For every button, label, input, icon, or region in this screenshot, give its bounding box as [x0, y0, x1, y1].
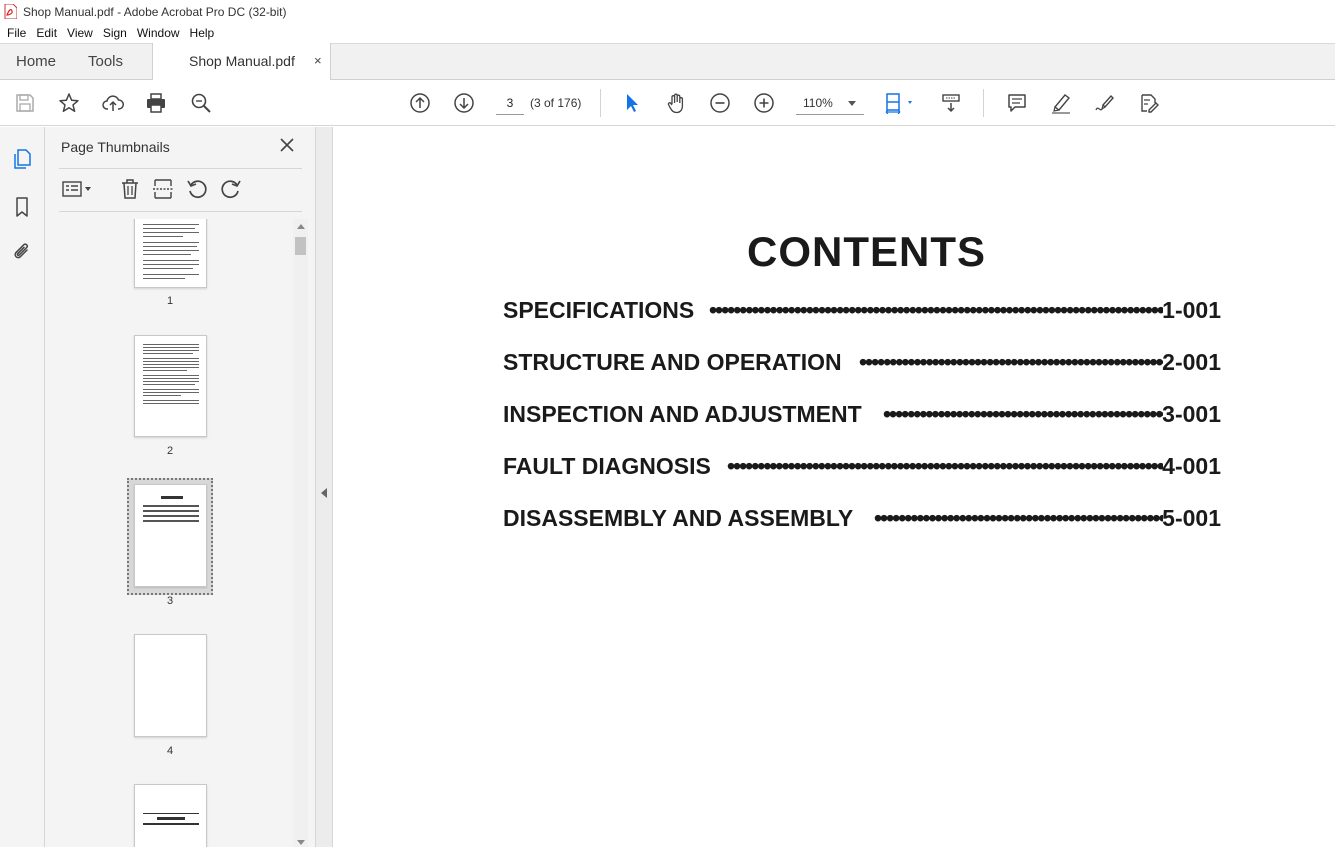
cloud-upload-icon[interactable]: [100, 90, 126, 116]
toc-title: SPECIFICATIONS: [503, 297, 705, 324]
page-thumbnails-icon[interactable]: [10, 147, 34, 171]
document-view[interactable]: CONTENTS •••••••••••••••••••••••••••••••…: [334, 127, 1335, 847]
bookmark-icon[interactable]: [10, 195, 34, 219]
close-icon[interactable]: [277, 135, 297, 155]
panel-divider: [59, 211, 302, 212]
panel-divider: [59, 168, 302, 169]
print-icon[interactable]: [143, 90, 169, 116]
toc-title: FAULT DIAGNOSIS: [503, 453, 721, 480]
page-thumbnail[interactable]: [134, 335, 207, 437]
page-thumbnail[interactable]: [134, 634, 207, 737]
toc-title: DISASSEMBLY AND ASSEMBLY: [503, 505, 864, 532]
zoom-search-icon[interactable]: [188, 90, 214, 116]
thumbnail-list[interactable]: 1 2 3 4: [59, 219, 293, 847]
zoom-level-value: 110%: [803, 96, 833, 110]
panel-collapse-handle[interactable]: [316, 127, 333, 847]
scrolling-mode-icon[interactable]: [938, 90, 964, 116]
delete-trash-icon[interactable]: [118, 177, 142, 201]
tab-bar: Home Tools Shop Manual.pdf ×: [0, 43, 1335, 80]
toc-title: INSPECTION AND ADJUSTMENT: [503, 401, 872, 428]
page-count: (3 of 176): [530, 96, 582, 110]
draw-pen-icon[interactable]: [1092, 90, 1118, 116]
thumbnail-page-number: 2: [166, 445, 174, 457]
toc-page: 4-001: [1162, 453, 1221, 479]
insert-pages-icon[interactable]: [151, 177, 175, 201]
scroll-up-icon[interactable]: [297, 224, 305, 229]
tab-home[interactable]: Home: [16, 53, 56, 70]
toc-entry: ••••••••••••••••••••••••••••••••••••••••…: [503, 349, 1221, 379]
star-icon[interactable]: [56, 90, 82, 116]
collapse-left-icon[interactable]: [321, 488, 327, 498]
toc-page: 3-001: [1162, 401, 1221, 427]
scrollbar-thumb[interactable]: [295, 237, 306, 255]
menu-sign[interactable]: Sign: [98, 26, 132, 40]
thumbnail-page-number: 4: [166, 745, 174, 757]
menu-edit[interactable]: Edit: [31, 26, 62, 40]
page-number-input[interactable]: [496, 91, 524, 115]
next-page-icon[interactable]: [451, 90, 477, 116]
left-navigation-rail: [0, 127, 45, 847]
title-bar: Shop Manual.pdf - Adobe Acrobat Pro DC (…: [0, 0, 1335, 23]
toolbar-separator: [983, 89, 984, 117]
window-title: Shop Manual.pdf - Adobe Acrobat Pro DC (…: [23, 4, 287, 19]
menu-bar: File Edit View Sign Window Help: [0, 23, 1335, 43]
toc-page: 5-001: [1162, 505, 1221, 531]
page-fit-icon[interactable]: [882, 90, 920, 116]
toc-entry: ••••••••••••••••••••••••••••••••••••••••…: [503, 505, 1221, 535]
toolbar: (3 of 176) 110%: [0, 80, 1335, 126]
zoom-in-icon[interactable]: [751, 90, 777, 116]
highlight-icon[interactable]: [1048, 90, 1074, 116]
toc-leader-dots: ••••••••••••••••••••••••••••••••••••••••…: [859, 349, 1163, 375]
zoom-level-dropdown[interactable]: 110%: [796, 91, 864, 115]
thumbnail-options-icon[interactable]: [61, 177, 95, 201]
save-icon[interactable]: [12, 90, 38, 116]
panel-toolbar: [59, 175, 302, 205]
chevron-down-icon: [848, 101, 856, 106]
tab-tools[interactable]: Tools: [88, 53, 123, 70]
zoom-out-icon[interactable]: [707, 90, 733, 116]
toolbar-separator: [600, 89, 601, 117]
toc-leader-dots: ••••••••••••••••••••••••••••••••••••••••…: [883, 401, 1163, 427]
attachment-icon[interactable]: [10, 240, 34, 264]
hand-tool-icon[interactable]: [663, 90, 689, 116]
page-thumbnail[interactable]: [134, 219, 207, 288]
page-thumbnail-selected[interactable]: [134, 484, 207, 587]
rotate-counterclockwise-icon[interactable]: [185, 177, 209, 201]
menu-help[interactable]: Help: [185, 26, 220, 40]
close-tab-icon[interactable]: ×: [314, 53, 322, 68]
toc-leader-dots: ••••••••••••••••••••••••••••••••••••••••…: [709, 297, 1163, 323]
scroll-down-icon[interactable]: [297, 840, 305, 845]
menu-file[interactable]: File: [2, 26, 31, 40]
select-cursor-icon[interactable]: [619, 90, 645, 116]
toc-entry: ••••••••••••••••••••••••••••••••••••••••…: [503, 401, 1221, 431]
thumbnail-scrollbar[interactable]: [293, 219, 308, 847]
menu-view[interactable]: View: [62, 26, 98, 40]
previous-page-icon[interactable]: [407, 90, 433, 116]
toc-page: 1-001: [1162, 297, 1221, 323]
document-tab-label: Shop Manual.pdf: [189, 53, 295, 69]
fill-sign-icon[interactable]: [1136, 90, 1162, 116]
rotate-clockwise-icon[interactable]: [219, 177, 243, 201]
toc-leader-dots: ••••••••••••••••••••••••••••••••••••••••…: [874, 505, 1163, 531]
toc-entry: ••••••••••••••••••••••••••••••••••••••••…: [503, 297, 1221, 327]
toc-leader-dots: ••••••••••••••••••••••••••••••••••••••••…: [727, 453, 1163, 479]
toc-title: STRUCTURE AND OPERATION: [503, 349, 852, 376]
page-thumbnails-panel: Page Thumbnails 1 2 3 4: [45, 127, 316, 847]
tab-document[interactable]: Shop Manual.pdf ×: [152, 43, 331, 80]
toc-entry: ••••••••••••••••••••••••••••••••••••••••…: [503, 453, 1221, 483]
menu-window[interactable]: Window: [132, 26, 185, 40]
thumbnail-page-number: 3: [166, 595, 174, 607]
panel-title: Page Thumbnails: [61, 139, 170, 155]
acrobat-app-icon: [4, 4, 17, 19]
comment-icon[interactable]: [1004, 90, 1030, 116]
toc-page: 2-001: [1162, 349, 1221, 375]
document-heading: CONTENTS: [747, 228, 986, 275]
page-thumbnail[interactable]: [134, 784, 207, 847]
thumbnail-page-number: 1: [166, 295, 174, 307]
